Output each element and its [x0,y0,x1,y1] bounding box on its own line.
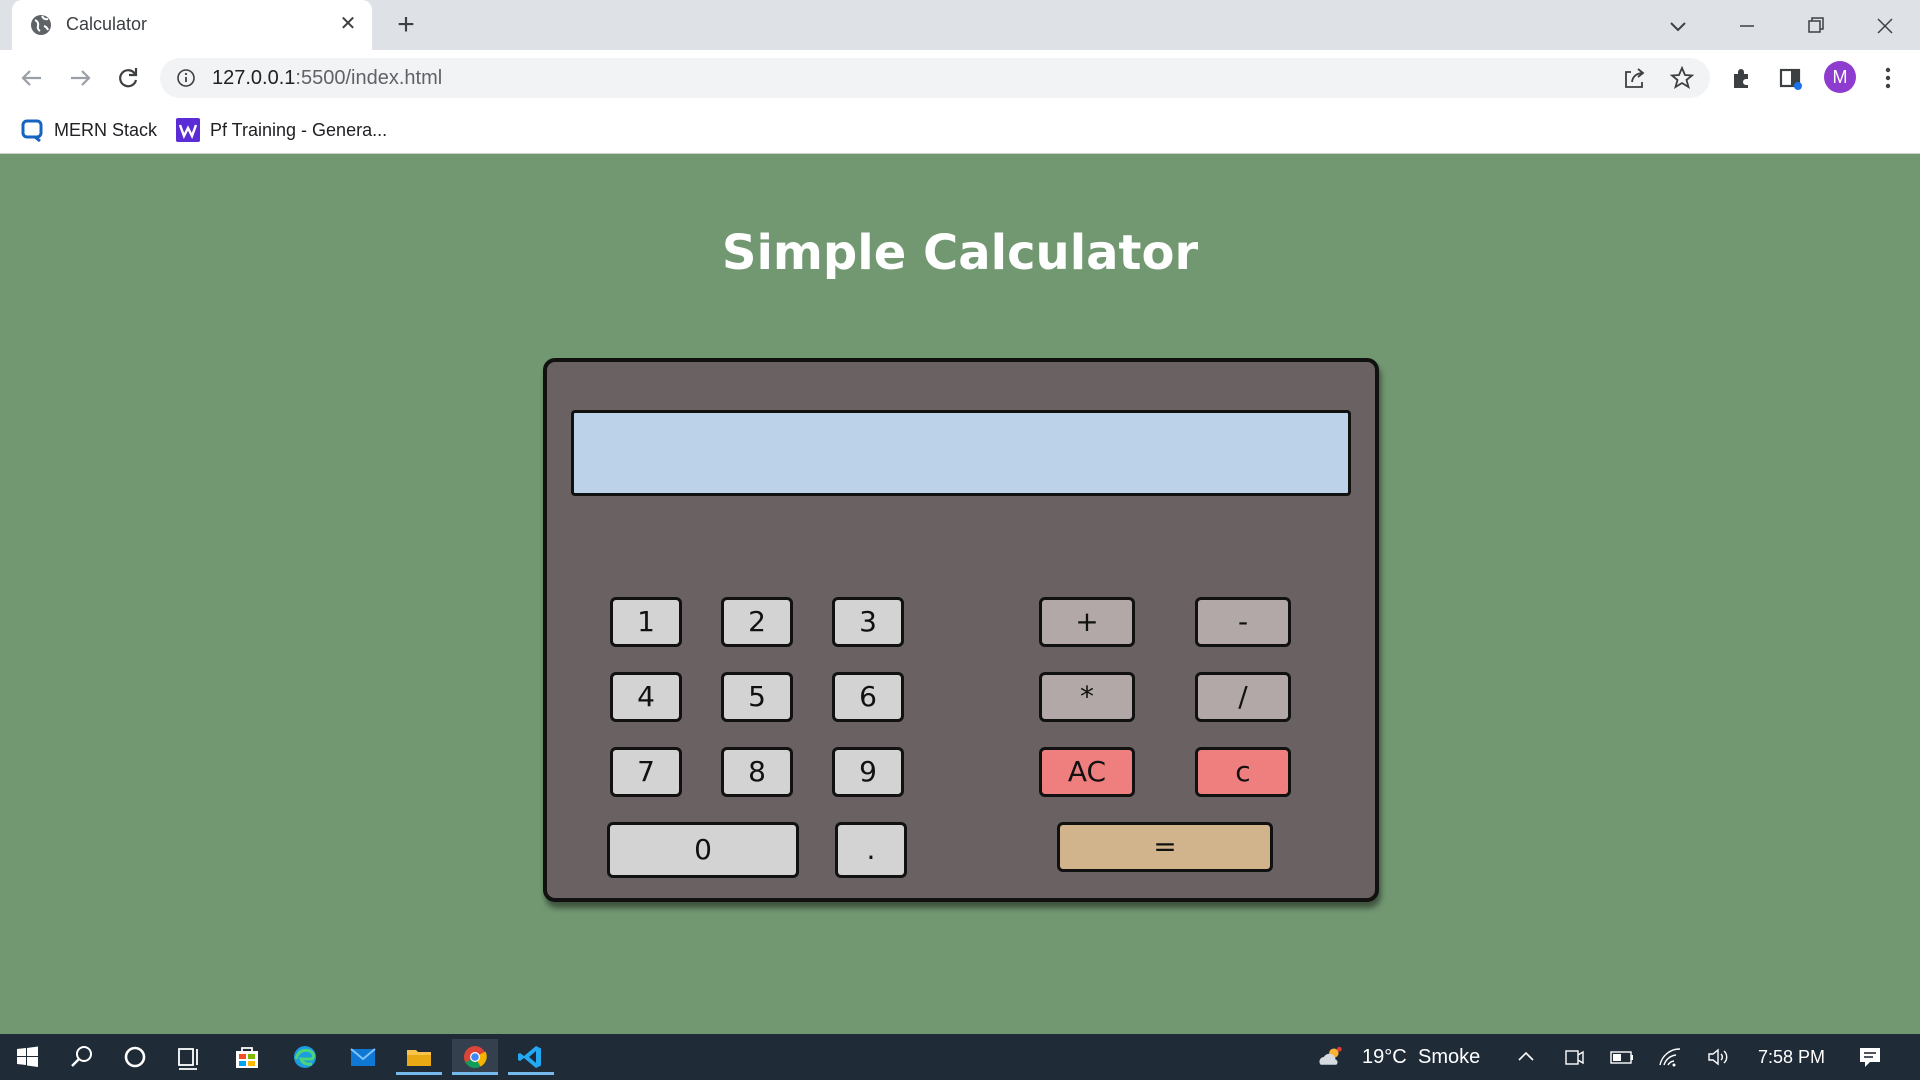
key-minus[interactable]: - [1195,597,1291,647]
back-arrow-icon[interactable] [14,60,50,96]
edge-icon[interactable] [282,1039,328,1075]
profile-avatar[interactable]: M [1824,61,1856,93]
site-info-icon[interactable] [176,68,196,88]
key-equals[interactable]: = [1057,822,1273,872]
key-multiply[interactable]: * [1039,672,1135,722]
key-6[interactable]: 6 [832,672,904,722]
search-icon[interactable] [58,1039,104,1075]
w-bookmark-icon [176,118,200,142]
key-7[interactable]: 7 [610,747,682,797]
browser-tab-strip: Calculator ✕ + [0,0,1920,50]
tab-title: Calculator [66,14,148,34]
mail-icon[interactable] [340,1039,386,1075]
tab-close-icon[interactable]: ✕ [334,10,362,38]
meet-now-icon[interactable] [1560,1043,1588,1071]
volume-icon[interactable] [1704,1043,1732,1071]
bookmark-label: Pf Training - Genera... [210,119,388,140]
globe-icon [30,14,52,36]
windows-taskbar: 19°C Smoke 7:58 PM [0,1034,1920,1080]
mern-bookmark-icon [20,118,44,143]
notifications-icon[interactable] [1856,1043,1884,1071]
weather-temp[interactable]: 19°C [1362,1046,1407,1069]
key-plus[interactable]: + [1039,597,1135,647]
page-title: Simple Calculator [721,225,1199,281]
menu-kebab-icon[interactable] [1870,60,1906,96]
tab-calculator[interactable]: Calculator ✕ [12,0,372,50]
address-bar[interactable]: 127.0.0.1:5500/index.html [160,58,1710,98]
key-1[interactable]: 1 [610,597,682,647]
key-all-clear[interactable]: AC [1039,747,1135,797]
store-icon[interactable] [224,1039,270,1075]
task-view-icon[interactable] [166,1039,212,1075]
extensions-puzzle-icon[interactable] [1724,60,1760,96]
close-window-icon[interactable] [1867,8,1903,44]
bookmark-label: MERN Stack [54,119,158,140]
show-hidden-icons-chevron-icon[interactable] [1512,1043,1540,1071]
share-icon[interactable] [1618,62,1650,94]
forward-arrow-icon[interactable] [62,60,98,96]
bookmarks-bar: MERN Stack Pf Training - Genera... [0,106,1920,154]
url-path: :5500/index.html [295,67,443,89]
restore-icon[interactable] [1798,8,1834,44]
chrome-icon[interactable] [452,1039,498,1075]
side-panel-icon[interactable] [1772,60,1808,96]
key-divide[interactable]: / [1195,672,1291,722]
new-tab-button[interactable]: + [390,10,422,42]
vscode-icon[interactable] [508,1039,554,1075]
reload-icon[interactable] [110,60,146,96]
calculator-display [571,410,1351,496]
bookmark-star-icon[interactable] [1666,62,1698,94]
minimize-icon[interactable] [1729,8,1765,44]
browser-toolbar: 127.0.0.1:5500/index.html M [0,50,1920,106]
key-9[interactable]: 9 [832,747,904,797]
cortana-icon[interactable] [112,1039,158,1075]
key-4[interactable]: 4 [610,672,682,722]
calculator-body: 1 2 3 4 5 6 7 8 9 0 . + - * / AC c = [543,358,1379,902]
key-8[interactable]: 8 [721,747,793,797]
file-explorer-icon[interactable] [396,1039,442,1075]
key-decimal[interactable]: . [835,822,907,878]
page-viewport: Simple Calculator 1 2 3 4 5 6 7 8 9 0 . … [0,155,1920,1034]
windows-start-icon[interactable] [4,1039,50,1075]
clock-time[interactable]: 7:58 PM [1758,1047,1825,1068]
weather-desc[interactable]: Smoke [1418,1046,1480,1069]
key-5[interactable]: 5 [721,672,793,722]
tab-search-chevron-icon[interactable] [1660,8,1696,44]
wifi-icon[interactable] [1656,1043,1684,1071]
battery-icon[interactable] [1608,1043,1636,1071]
key-2[interactable]: 2 [721,597,793,647]
bookmark-pf-training[interactable]: Pf Training - Genera... [176,114,387,146]
key-3[interactable]: 3 [832,597,904,647]
key-0[interactable]: 0 [607,822,799,878]
url-host: 127.0.0.1 [212,67,296,89]
key-clear[interactable]: c [1195,747,1291,797]
url-text[interactable]: 127.0.0.1:5500/index.html [212,67,442,90]
weather-cloud-icon[interactable] [1316,1043,1352,1071]
bookmark-mern-stack[interactable]: MERN Stack [20,114,157,146]
